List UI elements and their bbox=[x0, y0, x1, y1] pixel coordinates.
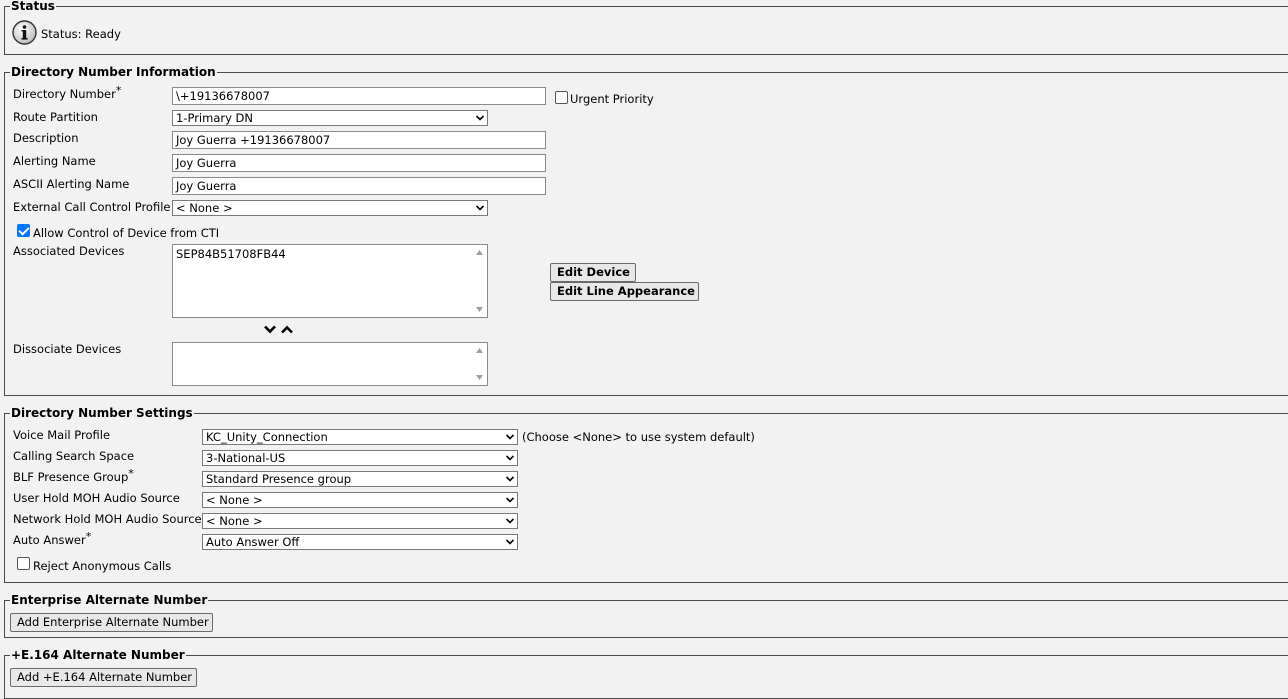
chevron-down-icon bbox=[506, 434, 514, 440]
blf-presence-group-select[interactable]: Standard Presence group bbox=[202, 471, 518, 487]
user-hold-moh-value: < None > bbox=[206, 493, 263, 507]
external-call-control-value: < None > bbox=[176, 201, 233, 215]
chevron-down-icon bbox=[506, 455, 514, 461]
external-call-control-label: External Call Control Profile bbox=[13, 200, 171, 214]
info-icon bbox=[12, 20, 37, 45]
reject-anonymous-checkbox[interactable] bbox=[17, 557, 30, 570]
user-hold-moh-label: User Hold MOH Audio Source bbox=[13, 491, 180, 505]
chevron-down-icon bbox=[506, 518, 514, 524]
move-down-icon[interactable] bbox=[264, 325, 276, 334]
voice-mail-profile-hint: (Choose <None> to use system default) bbox=[522, 430, 755, 444]
auto-answer-label: Auto Answer* bbox=[13, 530, 92, 547]
chevron-down-icon bbox=[506, 476, 514, 482]
status-text: Status: Ready bbox=[41, 27, 121, 41]
alerting-name-label: Alerting Name bbox=[13, 154, 96, 168]
alerting-name-input[interactable]: Joy Guerra bbox=[172, 154, 546, 172]
blf-presence-group-label: BLF Presence Group* bbox=[13, 467, 134, 484]
required-asterisk: * bbox=[85, 530, 92, 543]
network-hold-moh-value: < None > bbox=[206, 514, 263, 528]
scroll-down-icon[interactable] bbox=[476, 307, 483, 312]
chevron-down-icon bbox=[506, 539, 514, 545]
route-partition-label: Route Partition bbox=[13, 110, 98, 124]
scroll-up-icon[interactable] bbox=[476, 250, 483, 255]
associated-devices-list[interactable]: SEP84B51708FB44 bbox=[172, 244, 488, 318]
calling-search-space-value: 3-National-US bbox=[206, 451, 286, 465]
ascii-alerting-name-input[interactable]: Joy Guerra bbox=[172, 177, 546, 195]
required-asterisk: * bbox=[128, 467, 134, 480]
ascii-alerting-name-label: ASCII Alerting Name bbox=[13, 177, 130, 191]
add-e164-alternate-number-button[interactable]: Add +E.164 Alternate Number bbox=[10, 668, 197, 687]
chevron-down-icon bbox=[476, 115, 484, 121]
urgent-priority-label: Urgent Priority bbox=[570, 92, 654, 106]
associated-devices-label: Associated Devices bbox=[13, 244, 125, 258]
edit-device-button[interactable]: Edit Device bbox=[550, 263, 636, 282]
description-input[interactable]: Joy Guerra +19136678007 bbox=[172, 131, 546, 149]
voice-mail-profile-select[interactable]: KC_Unity_Connection bbox=[202, 429, 518, 445]
status-legend: Status bbox=[11, 0, 55, 13]
urgent-priority-checkbox[interactable] bbox=[555, 91, 568, 104]
directory-number-label: Directory Number* bbox=[13, 84, 122, 101]
chevron-down-icon bbox=[506, 497, 514, 503]
network-hold-moh-label: Network Hold MOH Audio Source bbox=[13, 512, 202, 526]
chevron-down-icon bbox=[476, 205, 484, 211]
enterprise-alt-legend: Enterprise Alternate Number bbox=[11, 593, 208, 607]
external-call-control-select[interactable]: < None > bbox=[172, 200, 488, 216]
required-asterisk: * bbox=[115, 84, 122, 97]
add-enterprise-alternate-number-button[interactable]: Add Enterprise Alternate Number bbox=[10, 613, 213, 632]
edit-line-appearance-button[interactable]: Edit Line Appearance bbox=[550, 282, 699, 301]
allow-cti-label: Allow Control of Device from CTI bbox=[33, 226, 220, 240]
reject-anonymous-label: Reject Anonymous Calls bbox=[33, 559, 172, 573]
dissociate-devices-list[interactable] bbox=[172, 342, 488, 386]
route-partition-select[interactable]: 1-Primary DN bbox=[172, 110, 488, 126]
voice-mail-profile-label: Voice Mail Profile bbox=[13, 428, 111, 442]
e164-alt-legend: +E.164 Alternate Number bbox=[11, 648, 185, 662]
directory-number-input[interactable]: \+19136678007 bbox=[172, 87, 546, 105]
auto-answer-select[interactable]: Auto Answer Off bbox=[202, 534, 518, 550]
allow-cti-checkbox[interactable] bbox=[17, 224, 30, 237]
route-partition-value: 1-Primary DN bbox=[176, 111, 254, 125]
user-hold-moh-select[interactable]: < None > bbox=[202, 492, 518, 508]
scroll-up-icon[interactable] bbox=[476, 348, 483, 353]
list-item[interactable]: SEP84B51708FB44 bbox=[176, 247, 286, 261]
dissociate-devices-label: Dissociate Devices bbox=[13, 342, 122, 356]
description-label: Description bbox=[13, 131, 79, 145]
scrollbar[interactable] bbox=[472, 245, 487, 317]
status-section: Status bbox=[4, 0, 1288, 55]
blf-presence-group-value: Standard Presence group bbox=[206, 472, 352, 486]
scroll-down-icon[interactable] bbox=[476, 375, 483, 380]
network-hold-moh-select[interactable]: < None > bbox=[202, 513, 518, 529]
auto-answer-value: Auto Answer Off bbox=[206, 535, 300, 549]
scrollbar[interactable] bbox=[472, 343, 487, 385]
calling-search-space-select[interactable]: 3-National-US bbox=[202, 450, 518, 466]
voice-mail-profile-value: KC_Unity_Connection bbox=[206, 430, 328, 444]
move-up-icon[interactable] bbox=[281, 325, 293, 334]
calling-search-space-label: Calling Search Space bbox=[13, 449, 135, 463]
dn-info-legend: Directory Number Information bbox=[11, 65, 216, 79]
dn-settings-legend: Directory Number Settings bbox=[11, 406, 193, 420]
